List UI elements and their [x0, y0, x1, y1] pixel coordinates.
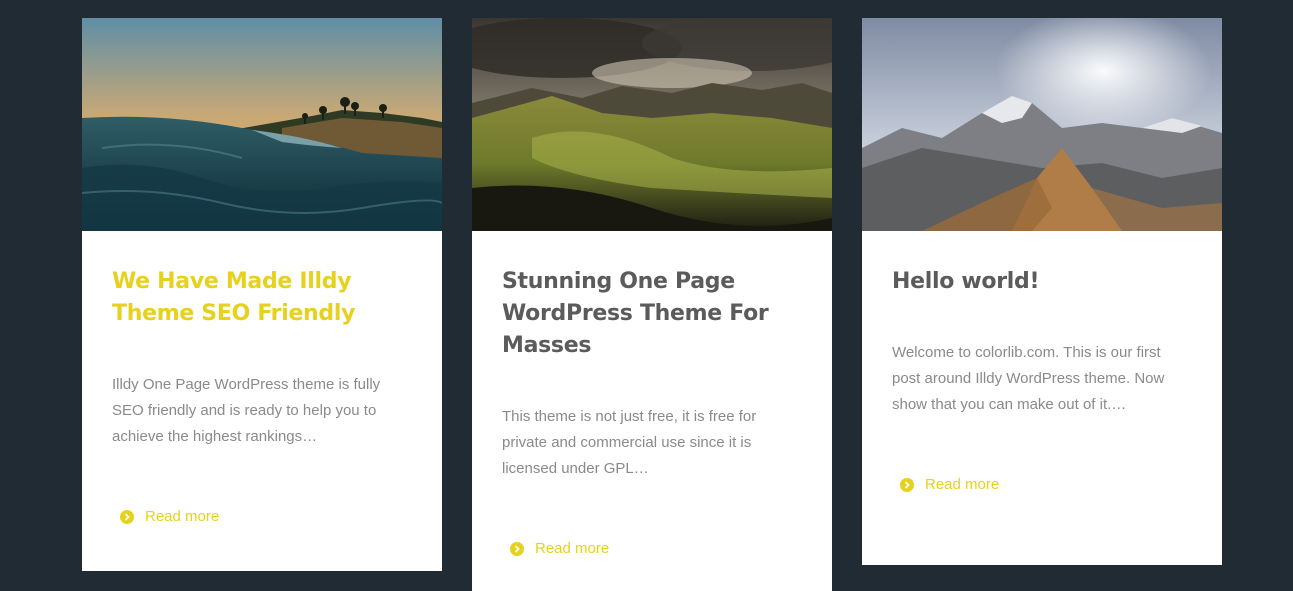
read-more-label: Read more: [535, 540, 610, 557]
post-title[interactable]: We Have Made Illdy Theme SEO Friendly: [112, 266, 412, 330]
post-thumbnail-rocky-peak[interactable]: [862, 18, 1222, 231]
post-title[interactable]: Stunning One Page WordPress Theme For Ma…: [502, 266, 802, 362]
read-more-link[interactable]: Read more: [120, 508, 219, 525]
blog-section: We Have Made Illdy Theme SEO Friendly Il…: [0, 0, 1293, 591]
read-more-label: Read more: [145, 508, 220, 525]
chevron-circle-right-icon: [900, 477, 914, 492]
read-more-link[interactable]: Read more: [900, 476, 999, 493]
post-excerpt: Welcome to colorlib.com. This is our fir…: [892, 344, 1165, 413]
chevron-circle-right-icon: [120, 509, 134, 524]
post-card: Stunning One Page WordPress Theme For Ma…: [472, 18, 832, 591]
read-more-label: Read more: [925, 476, 1000, 493]
chevron-circle-right-icon: [510, 541, 524, 556]
post-excerpt: Illdy One Page WordPress theme is fully …: [112, 376, 381, 445]
post-thumbnail-ocean-wave[interactable]: [82, 18, 442, 231]
post-title[interactable]: Hello world!: [892, 266, 1192, 298]
read-more-link[interactable]: Read more: [510, 540, 609, 557]
post-excerpt: This theme is not just free, it is free …: [502, 408, 757, 477]
post-thumbnail-mountain-valley[interactable]: [472, 18, 832, 231]
post-card: We Have Made Illdy Theme SEO Friendly Il…: [82, 18, 442, 571]
post-card: Hello world! Welcome to colorlib.com. Th…: [862, 18, 1222, 565]
